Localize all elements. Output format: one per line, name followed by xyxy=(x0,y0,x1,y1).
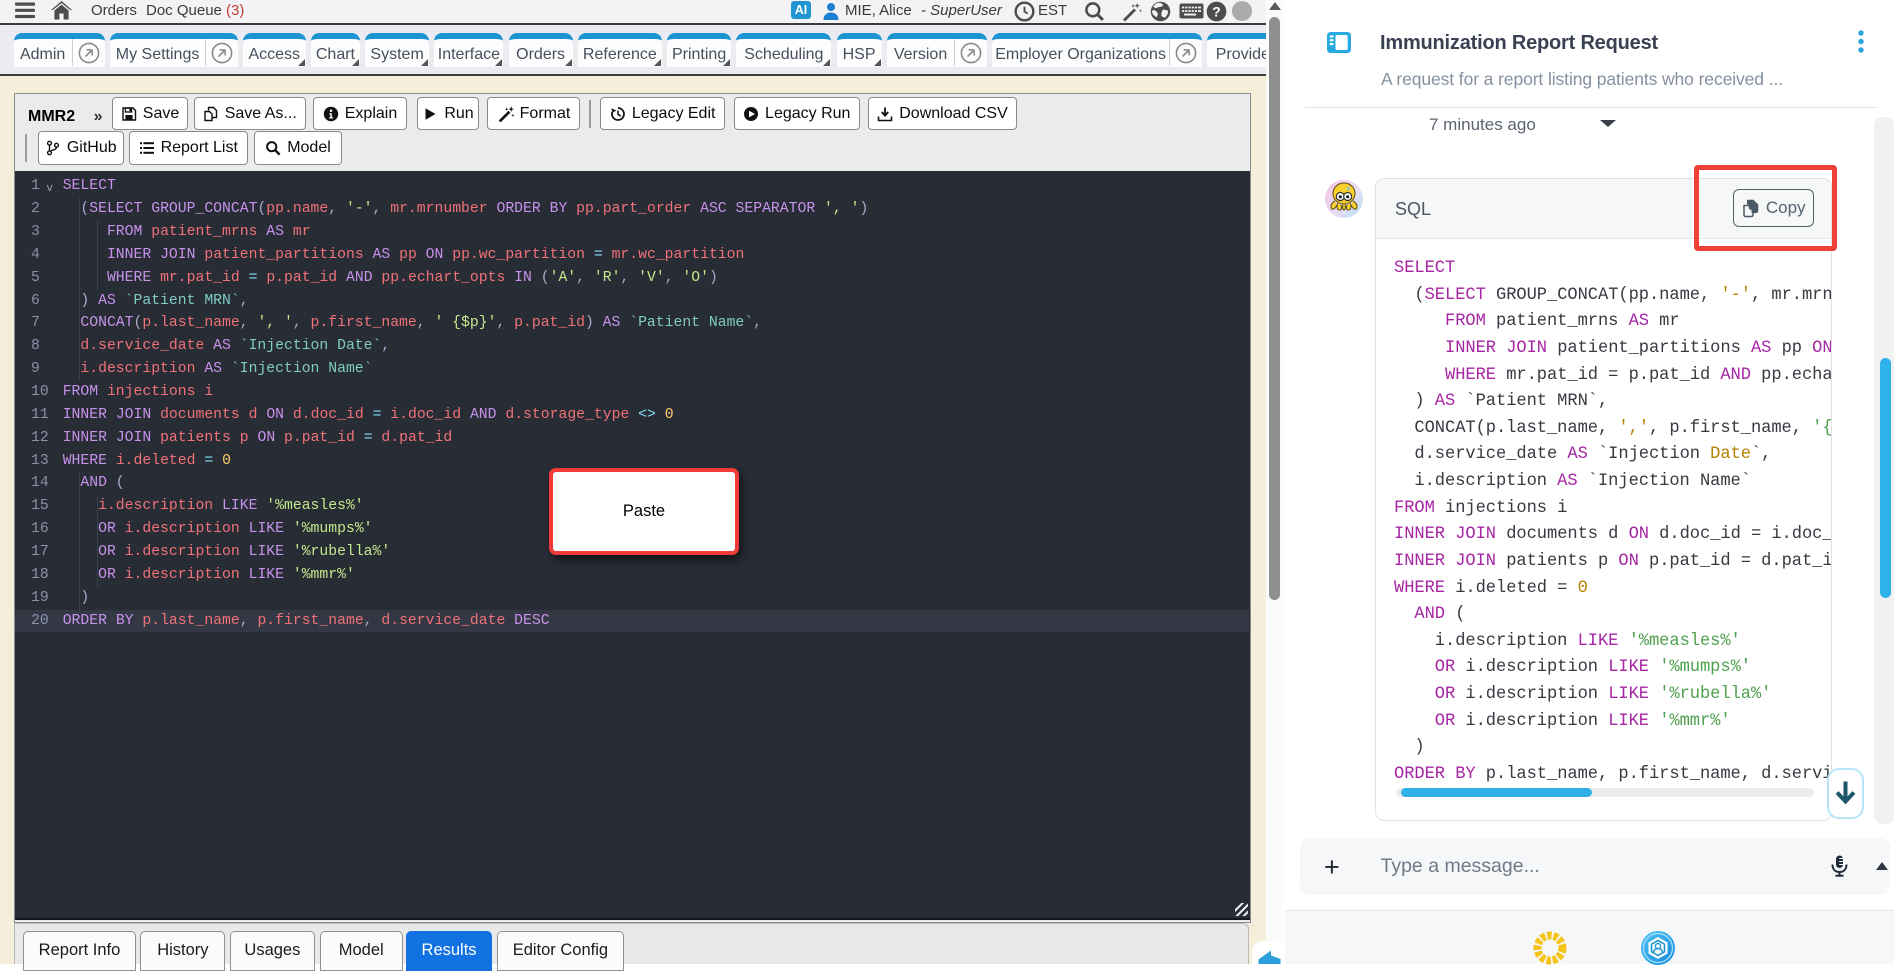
svg-text:?: ? xyxy=(1212,4,1221,20)
